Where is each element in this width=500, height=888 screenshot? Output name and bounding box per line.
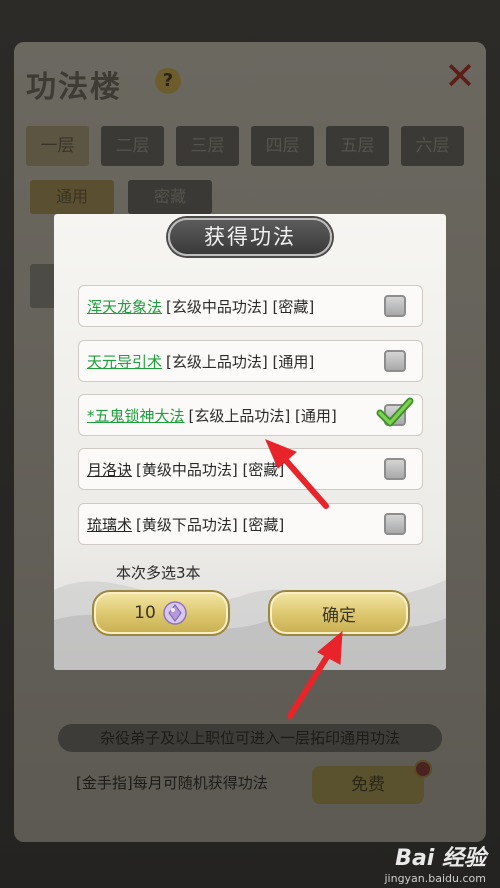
tab-floor-4[interactable]: 四层 [251, 126, 314, 166]
checkbox[interactable] [384, 350, 406, 372]
watermark-sub: jingyan.baidu.com [384, 872, 486, 885]
skill-info: [黄级下品功法] [密藏] [136, 515, 285, 534]
skill-name[interactable]: 琉璃术 [87, 514, 132, 535]
checkbox[interactable] [384, 513, 406, 535]
skill-info: [玄级上品功法] [通用] [166, 352, 315, 371]
checkbox[interactable] [384, 458, 406, 480]
purchase-button[interactable]: 10 [92, 590, 230, 636]
cheat-text: [金手指]每月可随机获得功法 [76, 774, 268, 792]
checkmark-icon [376, 397, 414, 427]
tab-general[interactable]: 通用 [30, 180, 114, 214]
tab-floor-5[interactable]: 五层 [326, 126, 389, 166]
tab-secret[interactable]: 密藏 [128, 180, 212, 214]
list-item[interactable]: 浑天龙象法 [玄级中品功法] [密藏] [78, 285, 423, 327]
dialog-title: 获得功法 [168, 218, 332, 256]
checkbox[interactable] [384, 295, 406, 317]
watermark: Bai 经验 jingyan.baidu.com [384, 840, 486, 885]
free-button[interactable]: 免费 [312, 766, 424, 804]
confirm-label: 确定 [322, 605, 356, 626]
skill-name[interactable]: *五鬼锁神大法 [87, 405, 185, 426]
notification-dot-icon [414, 760, 432, 778]
skill-info: [黄级中品功法] [密藏] [136, 460, 285, 479]
confirm-button[interactable]: 确定 [268, 590, 410, 636]
skill-info: [玄级上品功法] [通用] [188, 406, 337, 425]
skill-name[interactable]: 浑天龙象法 [87, 296, 162, 317]
selection-limit-text: 本次多选3本 [116, 564, 201, 582]
list-item[interactable]: 琉璃术 [黄级下品功法] [密藏] [78, 503, 423, 545]
notice-banner: 杂役弟子及以上职位可进入一层拓印通用功法 [58, 724, 442, 752]
skill-name[interactable]: 天元导引术 [87, 351, 162, 372]
gem-icon [163, 601, 187, 625]
list-item[interactable]: *五鬼锁神大法 [玄级上品功法] [通用] [78, 394, 423, 436]
skill-info: [玄级中品功法] [密藏] [166, 297, 315, 316]
page-title: 功法楼 [26, 70, 122, 105]
list-item[interactable]: 天元导引术 [玄级上品功法] [通用] [78, 340, 423, 382]
list-item[interactable]: 月洛诀 [黄级中品功法] [密藏] [78, 448, 423, 490]
tab-floor-3[interactable]: 三层 [176, 126, 239, 166]
tab-floor-2[interactable]: 二层 [101, 126, 164, 166]
watermark-main: Bai 经验 [395, 846, 486, 871]
cost-value: 10 [134, 603, 156, 623]
skill-name[interactable]: 月洛诀 [87, 459, 132, 480]
close-icon[interactable]: ✕ [440, 56, 480, 96]
help-icon[interactable]: ? [155, 68, 181, 94]
floor-tabs: 一层 二层 三层 四层 五层 六层 [26, 126, 476, 166]
category-tabs: 通用 密藏 [30, 180, 212, 214]
tab-floor-1[interactable]: 一层 [26, 126, 89, 166]
tab-floor-6[interactable]: 六层 [401, 126, 464, 166]
